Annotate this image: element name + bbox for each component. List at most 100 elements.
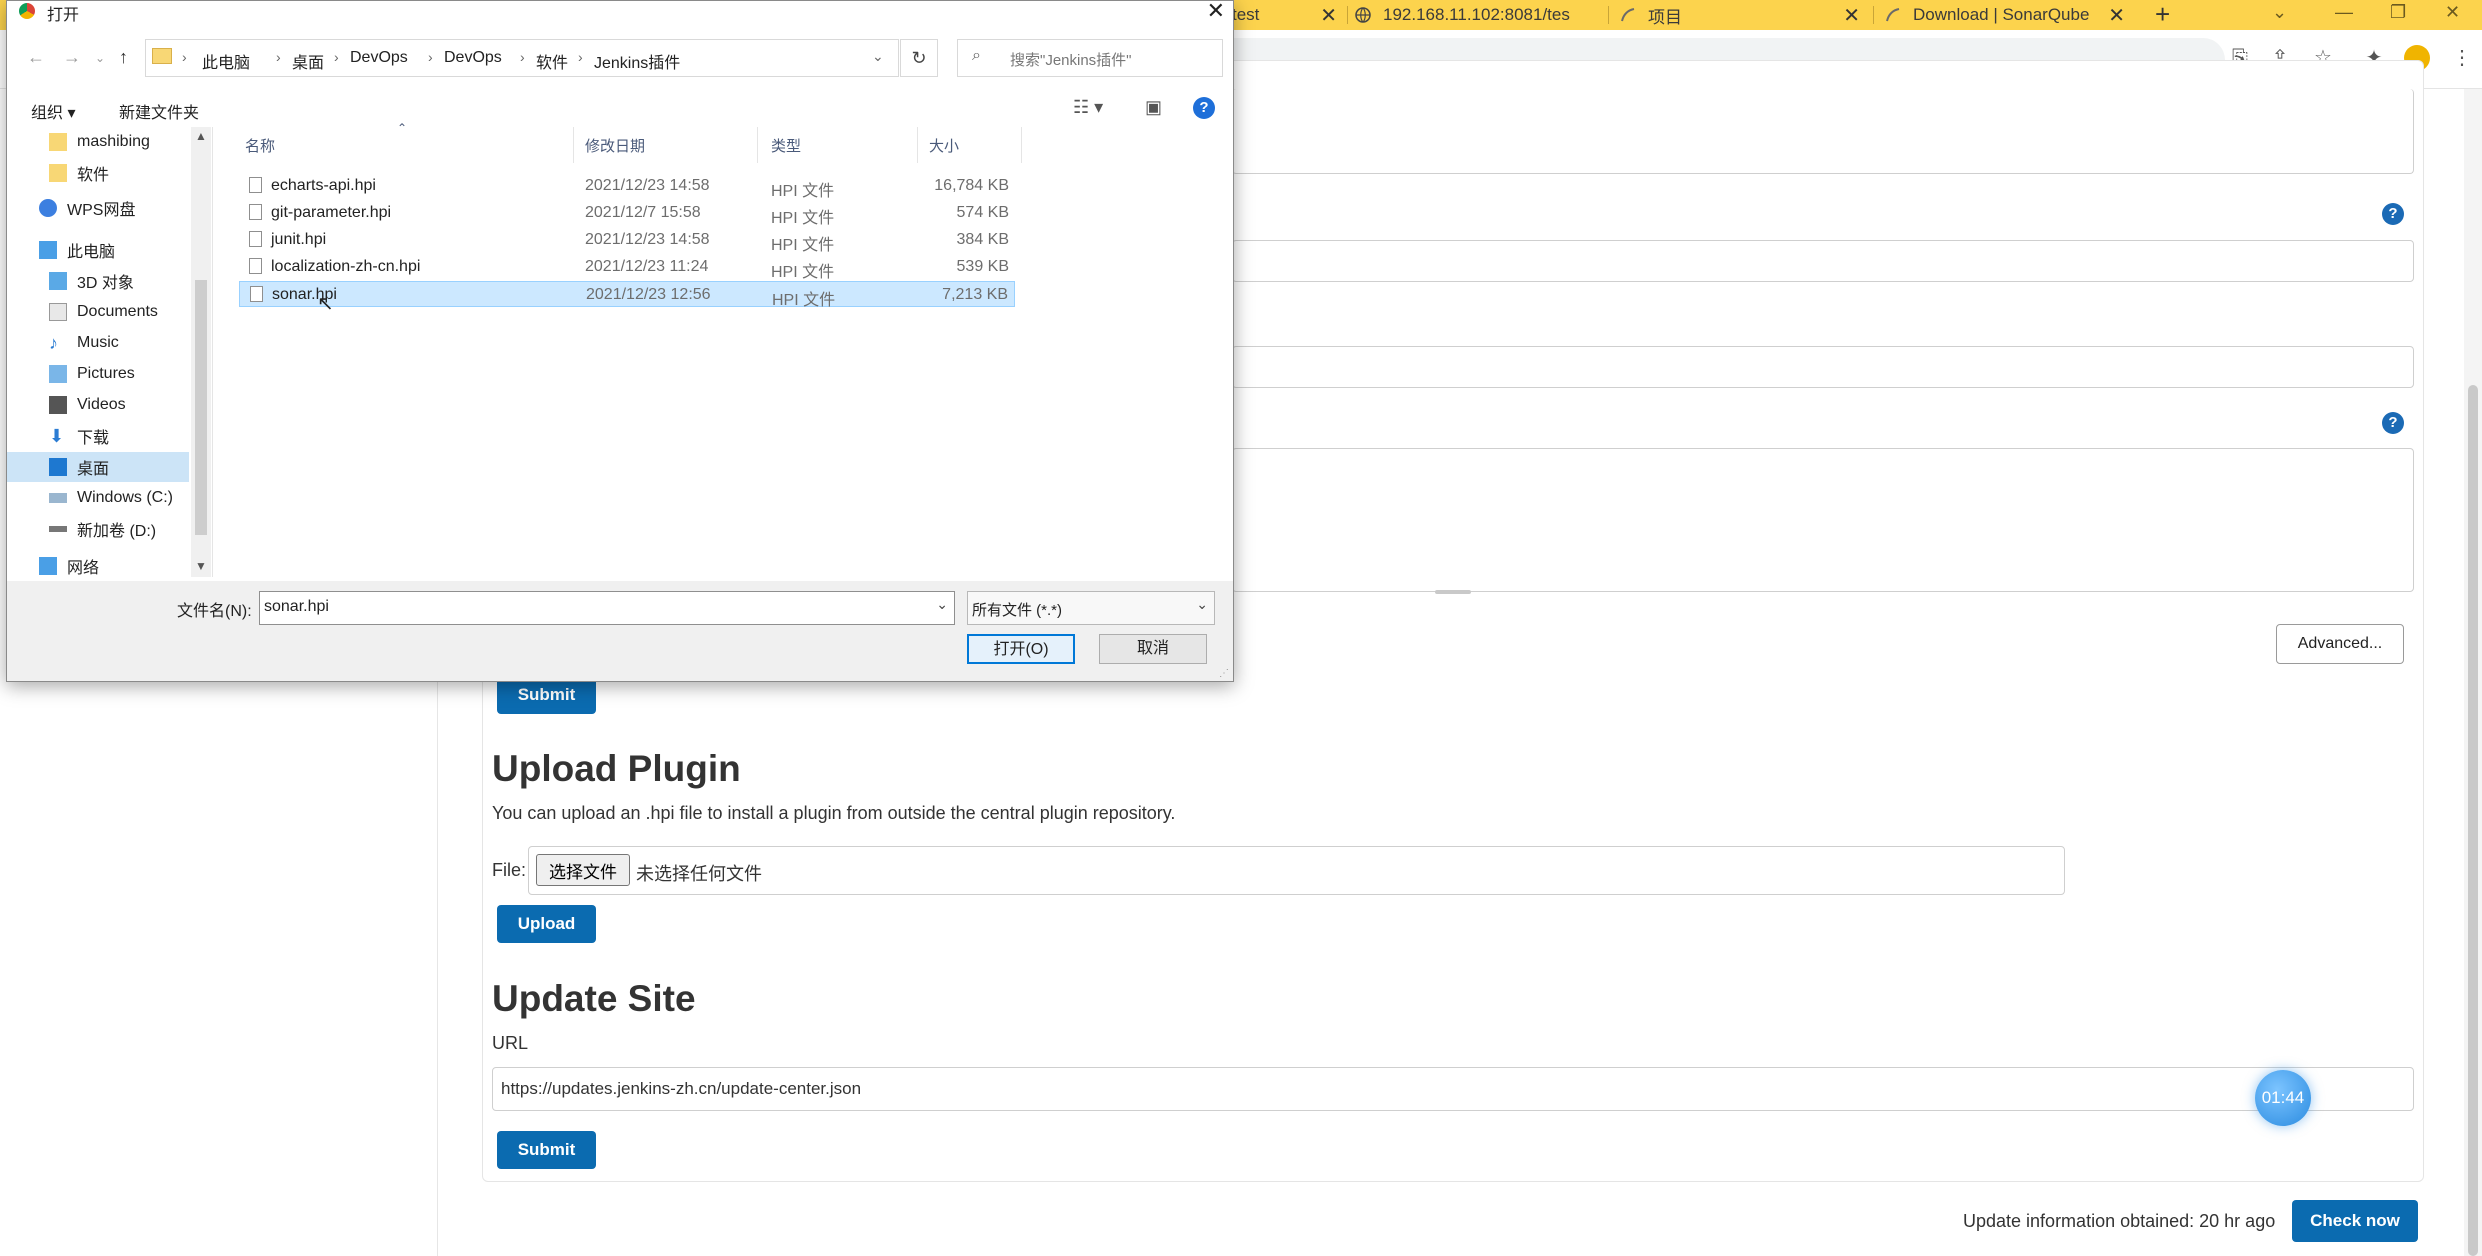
preview-pane-icon[interactable]: ▣ [1145, 97, 1162, 118]
column-header-type[interactable]: 类型 [771, 135, 801, 156]
nav-item-label: Windows (C:) [77, 489, 174, 506]
nav-item-documents[interactable]: Documents [7, 297, 189, 327]
restore-icon[interactable]: ❐ [2390, 2, 2406, 23]
up-icon[interactable]: ↑ [119, 47, 128, 68]
breadcrumb-item[interactable]: 此电脑 [202, 49, 250, 73]
file-row-selected[interactable]: sonar.hpi 2021/12/23 12:56 HPI 文件 7,213 … [239, 281, 1015, 309]
chevron-down-icon[interactable]: ⌄ [872, 48, 884, 65]
column-divider[interactable] [917, 127, 918, 163]
nav-item-drive-c[interactable]: Windows (C:) [7, 483, 189, 513]
nav-item-downloads[interactable]: ⬇ 下载 [7, 421, 189, 451]
chevron-right-icon: › [520, 49, 525, 65]
update-site-heading: Update Site [492, 978, 696, 1019]
file-row[interactable]: git-parameter.hpi 2021/12/7 15:58 HPI 文件… [239, 200, 1015, 227]
chevron-down-icon[interactable]: ⌄ [2272, 2, 2287, 23]
chevron-down-icon[interactable]: ⌄ [936, 596, 948, 613]
nav-item-label: 此电脑 [67, 244, 116, 261]
file-icon [249, 177, 262, 193]
new-tab-button[interactable]: + [2155, 0, 2170, 30]
no-proxy-host-textarea[interactable] [1232, 448, 2414, 592]
nav-item-drive-d[interactable]: 新加卷 (D:) [7, 514, 189, 544]
help-icon[interactable]: ? [1193, 97, 1215, 119]
open-button[interactable]: 打开(O) [967, 634, 1075, 664]
proxy-password-field[interactable] [1232, 346, 2414, 388]
forward-icon[interactable]: → [63, 47, 81, 68]
scroll-up-icon[interactable]: ▲ [195, 129, 207, 143]
cancel-button[interactable]: 取消 [1099, 634, 1207, 664]
mouse-cursor-icon: ↖ [317, 293, 334, 315]
organize-button[interactable]: 组织 ▾ [31, 99, 75, 123]
proxy-username-field[interactable] [1232, 240, 2414, 282]
file-type-select[interactable]: 所有文件 (*.*) ⌄ [967, 591, 1215, 625]
update-site-submit-button[interactable]: Submit [497, 1131, 596, 1169]
download-icon: ⬇ [49, 426, 65, 446]
tab-title: 192.168.11.102:8081/tes [1383, 5, 1570, 24]
nav-item-videos[interactable]: Videos [7, 390, 189, 420]
file-type: HPI 文件 [771, 210, 835, 227]
new-folder-button[interactable]: 新建文件夹 [119, 99, 199, 123]
column-header-name[interactable]: 名称 [245, 135, 275, 156]
help-icon[interactable]: ? [2382, 203, 2404, 225]
menu-icon[interactable]: ⋮ [2450, 46, 2474, 70]
help-icon[interactable]: ? [2382, 412, 2404, 434]
breadcrumb[interactable]: › 此电脑 › 桌面 › DevOps › DevOps › 软件 › Jenk… [145, 39, 899, 77]
file-row[interactable]: localization-zh-cn.hpi 2021/12/23 11:24 … [239, 254, 1015, 281]
column-divider[interactable] [573, 127, 574, 163]
recording-timer: 01:44 [2255, 1070, 2311, 1126]
scrollbar-thumb[interactable] [195, 280, 207, 535]
nav-item-software[interactable]: 软件 [7, 158, 189, 188]
tab-test[interactable]: test ✕ [1232, 0, 1347, 30]
refresh-button[interactable]: ↻ [900, 39, 938, 77]
page-scrollbar[interactable] [2464, 89, 2482, 1256]
resize-grip-icon[interactable]: ⋰ [1219, 668, 1229, 679]
nav-item-mashibing[interactable]: mashibing [7, 127, 189, 157]
resize-handle[interactable] [1435, 590, 1471, 594]
tab-jenkins[interactable]: 192.168.11.102:8081/tes [1355, 0, 1605, 30]
nav-item-desktop[interactable]: 桌面 [7, 452, 189, 482]
column-header-date[interactable]: 修改日期 [585, 135, 645, 156]
update-site-url-input[interactable]: https://updates.jenkins-zh.cn/update-cen… [492, 1067, 2414, 1111]
choose-file-button[interactable]: 选择文件 [536, 854, 630, 886]
breadcrumb-item[interactable]: DevOps [350, 49, 408, 67]
breadcrumb-item[interactable]: Jenkins插件 [594, 49, 680, 73]
nav-item-music[interactable]: ♪ Music [7, 328, 189, 358]
nav-item-wps-cloud[interactable]: WPS网盘 [7, 193, 189, 223]
column-header-size[interactable]: 大小 [929, 135, 959, 156]
close-window-icon[interactable]: ✕ [2445, 2, 2460, 23]
nav-item-label: 桌面 [77, 461, 110, 478]
column-divider[interactable] [757, 127, 758, 163]
proxy-field[interactable] [1232, 89, 2414, 174]
tab-project[interactable]: 项目 ✕ [1620, 0, 1870, 30]
breadcrumb-item[interactable]: 软件 [536, 49, 568, 73]
back-icon[interactable]: ← [27, 47, 45, 68]
check-now-button[interactable]: Check now [2292, 1200, 2418, 1242]
advanced-button[interactable]: Advanced... [2276, 624, 2404, 664]
nav-item-label: 网络 [67, 560, 100, 577]
close-icon[interactable]: ✕ [1843, 3, 1860, 28]
nav-item-3d-objects[interactable]: 3D 对象 [7, 266, 189, 296]
nav-item-network[interactable]: 网络 [7, 551, 189, 577]
chevron-down-icon[interactable]: ⌄ [95, 51, 105, 65]
close-icon[interactable]: ✕ [1320, 3, 1337, 28]
filename-input[interactable]: sonar.hpi ⌄ [259, 591, 955, 625]
file-row[interactable]: echarts-api.hpi 2021/12/23 14:58 HPI 文件 … [239, 173, 1015, 200]
nav-item-label: 下载 [77, 430, 110, 447]
upload-button[interactable]: Upload [497, 905, 596, 943]
file-row[interactable]: junit.hpi 2021/12/23 14:58 HPI 文件 384 KB [239, 227, 1015, 254]
close-icon[interactable]: ✕ [2108, 3, 2125, 28]
tab-sonarqube[interactable]: Download | SonarQube ✕ [1885, 0, 2135, 30]
scrollbar-thumb[interactable] [2468, 385, 2478, 1256]
breadcrumb-item[interactable]: DevOps [444, 49, 502, 67]
chevron-right-icon: › [578, 49, 583, 65]
minimize-icon[interactable]: — [2335, 2, 2353, 23]
nav-item-pictures[interactable]: Pictures [7, 359, 189, 389]
nav-item-this-pc[interactable]: 此电脑 [7, 235, 189, 265]
nav-scrollbar[interactable]: ▲ ▼ [191, 127, 211, 577]
breadcrumb-item[interactable]: 桌面 [292, 49, 324, 73]
view-options-icon[interactable]: ☷ ▾ [1073, 97, 1103, 118]
search-input[interactable]: ⌕ 搜索"Jenkins插件" [957, 39, 1223, 77]
column-divider[interactable] [1021, 127, 1022, 163]
file-icon [249, 258, 262, 274]
close-icon[interactable]: ✕ [1207, 0, 1225, 24]
scroll-down-icon[interactable]: ▼ [195, 559, 207, 573]
